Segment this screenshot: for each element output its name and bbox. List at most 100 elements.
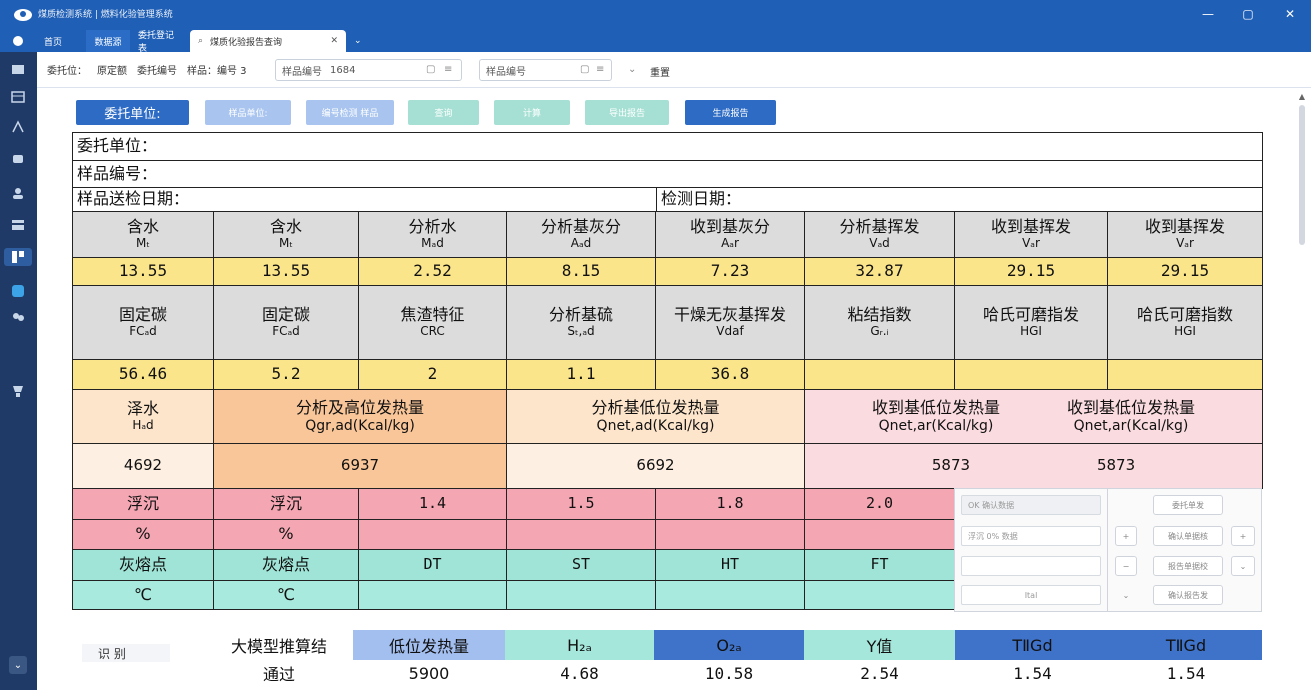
calendar-icon-2[interactable]: ▢ [580, 64, 592, 76]
italic-input[interactable]: Ital [961, 585, 1101, 605]
value-cell[interactable]: 8.15 [506, 257, 656, 286]
vertical-scrollbar[interactable]: ▲ [1298, 92, 1306, 690]
confirm-doc-button[interactable]: 确认单据核 [1153, 526, 1223, 546]
sample-unit-button[interactable]: 样品单位: [205, 100, 291, 125]
sample-no-input[interactable]: 样品编号 1684 ▢ ≡ [275, 59, 462, 81]
team-icon[interactable] [9, 308, 27, 326]
minimize-button[interactable]: — [1188, 0, 1228, 27]
hydrogen-header: 泽水 Hₐd [72, 389, 214, 444]
dispatch-button[interactable]: 委托单发 [1153, 495, 1223, 515]
value-cell[interactable]: 56.46 [72, 359, 214, 390]
report-check-button[interactable]: 报告单据校 [1153, 556, 1223, 576]
trophy-icon[interactable] [9, 382, 27, 400]
net-heat-ad-value[interactable]: 6692 [506, 443, 805, 489]
control-panel: OK 确认数据 浮沉 0% 数据 Ital + − ⌄ 委托单发 确认单据核 报… [954, 488, 1262, 612]
value-cell[interactable] [954, 359, 1108, 390]
float-value-cell[interactable] [655, 519, 805, 550]
net-heat-ar-value[interactable]: 5873 5873 [804, 443, 1263, 489]
tab-close-icon[interactable]: ✕ [330, 36, 338, 46]
value-cell[interactable]: 13.55 [72, 257, 214, 286]
query-button[interactable]: 查询 [408, 100, 479, 125]
confirm-data-input[interactable]: OK 确认数据 [961, 495, 1101, 515]
dashboard-icon[interactable] [9, 60, 27, 78]
header-label: 分析基低位发热量 [591, 398, 720, 418]
list-icon[interactable]: ≡ [444, 64, 456, 76]
export-report-button[interactable]: 导出报告 [585, 100, 669, 125]
float-value-cell[interactable] [358, 519, 507, 550]
reset-link[interactable]: 重置 [650, 64, 670, 79]
sample-second-input[interactable]: 样品编号 ▢ ≡ [479, 59, 612, 81]
value-cell[interactable]: 29.15 [1107, 257, 1263, 286]
value-cell[interactable]: 7.23 [655, 257, 805, 286]
search-icon: ⌕ [198, 36, 204, 46]
calculate-button[interactable]: 计算 [494, 100, 570, 125]
ash-value-cell[interactable] [506, 580, 656, 610]
net-heat-ar-header: 收到基低位发热量 Qnet,ar(Kcal/kg) 收到基低位发热量 Qnet,ar… [804, 389, 1263, 444]
client-value[interactable]: 原定额 [97, 62, 127, 77]
profile-icon[interactable] [9, 282, 27, 300]
tab-datasource[interactable]: 数据源 [86, 30, 130, 52]
table-icon[interactable] [9, 88, 27, 106]
tab-home[interactable]: 首页 [36, 30, 86, 52]
gross-heat-value[interactable]: 6937 [213, 443, 507, 489]
dropdown-chevron-icon[interactable]: ⌄ [1231, 556, 1255, 576]
chart-icon[interactable] [9, 118, 27, 136]
maximize-button[interactable]: ▢ [1228, 0, 1268, 27]
recognize-label[interactable]: 识 别 [82, 644, 170, 662]
value-cell[interactable]: 32.87 [804, 257, 955, 286]
add-button-2[interactable]: + [1231, 526, 1255, 546]
collapse-sidebar-icon[interactable]: ⌄ [9, 656, 27, 674]
value-cell[interactable] [1107, 359, 1263, 390]
commission-label[interactable]: 委托编号 [137, 62, 177, 77]
report-icon[interactable] [4, 248, 32, 266]
add-button[interactable]: + [1115, 526, 1137, 546]
value-cell[interactable]: 5.2 [213, 359, 359, 390]
calendar-icon[interactable]: ▢ [426, 64, 438, 76]
header-symbol: Aₐd [570, 235, 592, 250]
vehicle-icon[interactable] [9, 150, 27, 168]
value-cell[interactable]: 2 [358, 359, 507, 390]
close-window-button[interactable]: ✕ [1270, 0, 1310, 27]
list-icon-2[interactable]: ≡ [596, 64, 608, 76]
y-value: 2.54 [860, 663, 899, 683]
header-symbol: Qnet,ad(Kcal/kg) [596, 417, 715, 434]
tab-registration[interactable]: 委托登记表 [130, 30, 190, 54]
value-cell[interactable]: 29.15 [954, 257, 1108, 286]
generate-report-button[interactable]: 生成报告 [685, 100, 776, 125]
ash-value-cell[interactable] [655, 580, 805, 610]
hgi-header: 哈氏可磨指发 HGI [954, 285, 1108, 360]
value-cell[interactable]: 36.8 [655, 359, 805, 390]
grid-icon[interactable] [9, 216, 27, 234]
scroll-up-icon[interactable]: ▲ [1298, 92, 1306, 101]
low-heat-header: 低位发热量 [353, 630, 505, 660]
client-unit-button[interactable]: 委托单位: [76, 100, 189, 125]
ash-value-cell[interactable] [358, 580, 507, 610]
minus-button[interactable]: − [1115, 556, 1137, 576]
confirm-report-button[interactable]: 确认报告发 [1153, 585, 1223, 605]
home-icon[interactable] [0, 30, 36, 52]
float-unit-2: % [213, 519, 359, 550]
tab-dropdown-icon[interactable]: ⌄ [346, 30, 366, 52]
sample-check-button[interactable]: 编号检测 样品 [306, 100, 394, 125]
h2-header: H₂ₐ [505, 630, 654, 660]
tab-report-query[interactable]: ⌕ 煤质化验报告查询 ✕ [190, 30, 346, 52]
float-value-cell[interactable] [804, 519, 955, 550]
value-cell[interactable]: 1.1 [506, 359, 656, 390]
hydrogen-value[interactable]: 4692 [72, 443, 214, 489]
filter-chevron-icon[interactable]: ⌄ [628, 64, 636, 75]
header-label: 固定碳 [118, 305, 167, 325]
scrollbar-thumb[interactable] [1299, 105, 1305, 245]
coke-residue-header: 焦渣特征 CRC [358, 285, 507, 360]
blank-input[interactable] [961, 556, 1101, 576]
value-cell[interactable] [804, 359, 955, 390]
value-cell[interactable]: 13.55 [213, 257, 359, 286]
float-value-cell[interactable] [506, 519, 656, 550]
value-cell[interactable]: 2.52 [358, 257, 507, 286]
tgd-value: 1.54 [1013, 663, 1052, 683]
ash-value-cell[interactable] [804, 580, 955, 610]
density-1-4: 1.4 [358, 488, 507, 520]
user-icon[interactable] [9, 184, 27, 202]
sample-value[interactable]: 编号 3 [217, 62, 247, 77]
float-data-input[interactable]: 浮沉 0% 数据 [961, 526, 1101, 546]
more-chevron-icon[interactable]: ⌄ [1115, 585, 1137, 605]
